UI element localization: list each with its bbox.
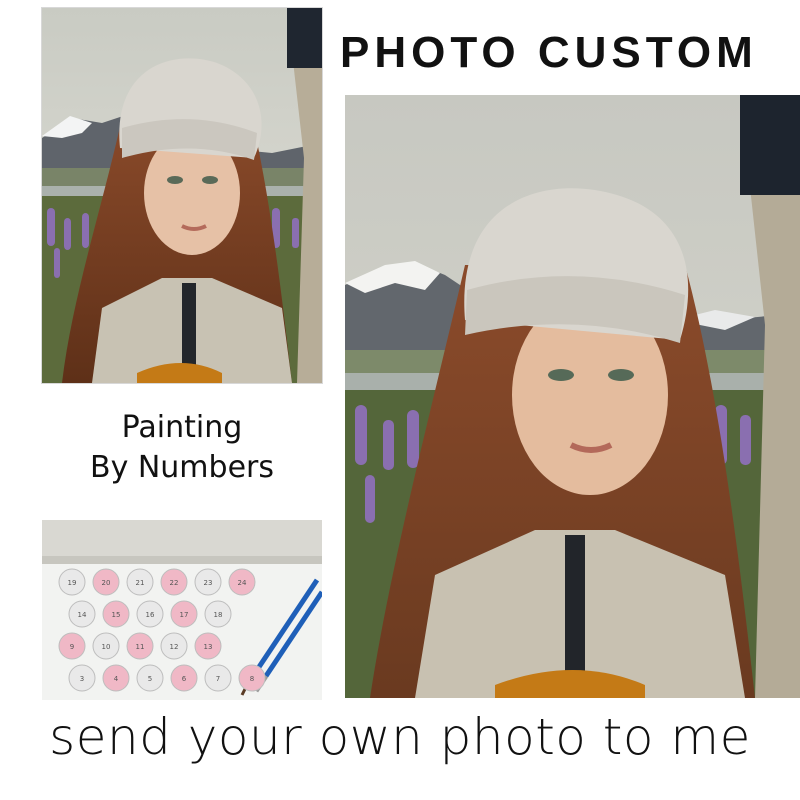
paint-pot: 21 [126, 568, 154, 596]
product-name-line2: By Numbers [89, 450, 274, 485]
original-photo-image [42, 8, 322, 383]
tagline: send your own photo to me [49, 708, 751, 766]
paint-pot: 6 [170, 664, 198, 692]
paint-pot: 24 [228, 568, 256, 596]
svg-text:10: 10 [102, 643, 111, 651]
svg-text:4: 4 [114, 675, 119, 683]
svg-text:12: 12 [170, 643, 179, 651]
paint-pot: 10 [92, 632, 120, 660]
svg-text:19: 19 [68, 579, 77, 587]
paint-pot: 17 [170, 600, 198, 628]
paint-pot: 8 [238, 664, 266, 692]
paint-pot: 16 [136, 600, 164, 628]
paint-pot: 23 [194, 568, 222, 596]
paint-pot: 18 [204, 600, 232, 628]
paint-pot: 22 [160, 568, 188, 596]
svg-text:7: 7 [216, 675, 220, 683]
svg-text:3: 3 [80, 675, 84, 683]
svg-text:13: 13 [204, 643, 213, 651]
paint-pot: 13 [194, 632, 222, 660]
svg-text:21: 21 [136, 579, 145, 587]
paint-pot: 3 [68, 664, 96, 692]
paint-pot: 19 [58, 568, 86, 596]
paint-kit-image: 19 20 21 22 23 24 14 15 16 17 18 9 10 11 12 13 3 4 5 6 7 8 [42, 520, 322, 700]
svg-text:17: 17 [180, 611, 189, 619]
painted-portrait-image [345, 95, 800, 698]
paint-pot: 14 [68, 600, 96, 628]
paint-pot: 5 [136, 664, 164, 692]
product-name-line1: Painting [121, 410, 243, 445]
svg-text:6: 6 [182, 675, 187, 683]
paint-pot: 9 [58, 632, 86, 660]
svg-text:16: 16 [146, 611, 155, 619]
paint-pot: 12 [160, 632, 188, 660]
svg-text:24: 24 [238, 579, 247, 587]
svg-text:14: 14 [78, 611, 87, 619]
svg-text:5: 5 [148, 675, 152, 683]
svg-text:18: 18 [214, 611, 223, 619]
product-name: Painting By Numbers [42, 408, 322, 488]
svg-text:9: 9 [70, 643, 74, 651]
page-title: PHOTO CUSTOM [340, 28, 758, 77]
svg-text:22: 22 [170, 579, 179, 587]
svg-text:15: 15 [112, 611, 121, 619]
svg-text:11: 11 [136, 643, 145, 651]
paint-pot: 7 [204, 664, 232, 692]
paint-pot: 11 [126, 632, 154, 660]
svg-text:20: 20 [102, 579, 111, 587]
paint-pot: 20 [92, 568, 120, 596]
svg-text:8: 8 [250, 675, 254, 683]
svg-text:23: 23 [204, 579, 213, 587]
paint-pot: 4 [102, 664, 130, 692]
paint-pot: 15 [102, 600, 130, 628]
